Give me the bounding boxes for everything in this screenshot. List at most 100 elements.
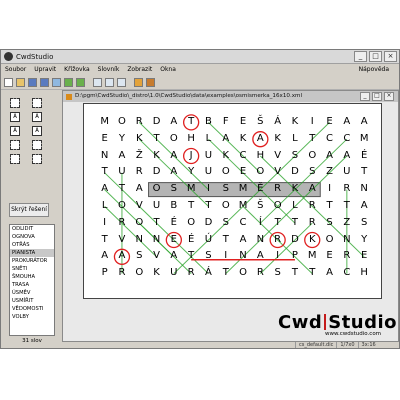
grid-letter[interactable]: U (113, 164, 131, 180)
grid-letter[interactable]: D (148, 114, 166, 130)
grid-letter[interactable]: K (148, 265, 166, 281)
grid-letter[interactable]: S (199, 248, 217, 264)
grid-letter[interactable]: E (321, 248, 339, 264)
close-icon[interactable]: × (384, 51, 397, 62)
menu-napoveda[interactable]: Nápověda (359, 66, 389, 73)
menu-soubor[interactable]: Soubor (5, 66, 26, 73)
grid-letter[interactable]: Í (251, 215, 269, 231)
grid-letter[interactable]: T (199, 198, 217, 214)
grid-letter[interactable]: A (251, 131, 269, 147)
menu-zobrazit[interactable]: Zobrazit (127, 66, 152, 73)
menu-okna[interactable]: Okna (160, 66, 176, 73)
export-icon[interactable] (52, 77, 61, 87)
grid-letter[interactable]: R (269, 181, 287, 197)
grid-letter[interactable]: K (303, 232, 321, 248)
grid-letter[interactable]: A (321, 148, 339, 164)
grid-letter[interactable]: É (182, 232, 200, 248)
grid-letter[interactable]: P (286, 248, 304, 264)
grid-letter[interactable]: Á (269, 114, 287, 130)
word-list-item[interactable]: PIANISTA (10, 249, 54, 257)
grid-letter[interactable]: R (303, 215, 321, 231)
grid-letter[interactable]: A (165, 164, 183, 180)
grid-letter[interactable]: O (251, 164, 269, 180)
zoom-fit-icon[interactable] (105, 77, 114, 87)
grid-letter[interactable]: C (338, 131, 356, 147)
grid-letter[interactable]: S (355, 215, 373, 231)
grid-letter[interactable]: S (217, 215, 235, 231)
grid-letter[interactable]: D (199, 215, 217, 231)
grid-letter[interactable]: I (303, 114, 321, 130)
grid-letter[interactable]: M (303, 248, 321, 264)
grid-letter[interactable]: R (269, 232, 287, 248)
grid-letter[interactable]: S (130, 248, 148, 264)
word-list-item[interactable]: OTŘÁS (10, 241, 54, 249)
grid-letter[interactable]: Ě (251, 181, 269, 197)
grid-letter[interactable]: J (182, 148, 200, 164)
grid-letter[interactable]: A (96, 248, 114, 264)
grid-letter[interactable]: Á (199, 265, 217, 281)
word-alt-icon[interactable]: A (32, 126, 42, 136)
grid-letter[interactable]: T (286, 265, 304, 281)
word-list-item[interactable]: ÚSMĚV (10, 289, 54, 297)
grid-letter[interactable]: V (269, 148, 287, 164)
grid-letter[interactable]: E (234, 164, 252, 180)
frame-icon[interactable] (10, 140, 20, 150)
doc-maximize-icon[interactable]: □ (372, 92, 382, 101)
grid-letter[interactable]: I (199, 181, 217, 197)
grid-letter[interactable]: Y (113, 131, 131, 147)
open-icon[interactable] (16, 77, 25, 87)
grid-letter[interactable]: A (355, 114, 373, 130)
grid-letter[interactable]: K (269, 131, 287, 147)
grid-letter[interactable]: T (269, 215, 287, 231)
grid-letter[interactable]: Y (182, 164, 200, 180)
grid-letter[interactable]: T (217, 265, 235, 281)
grid-letter[interactable]: O (165, 131, 183, 147)
word-list-item[interactable]: SNĚTI (10, 265, 54, 273)
grid-letter[interactable]: R (338, 248, 356, 264)
grid-letter[interactable]: T (355, 164, 373, 180)
grid-letter[interactable]: L (199, 131, 217, 147)
word-list-item[interactable]: VĚDOMOSTI (10, 305, 54, 313)
grid-letter[interactable]: T (96, 164, 114, 180)
grid-letter[interactable]: N (96, 148, 114, 164)
frame-alt-icon[interactable] (32, 140, 42, 150)
word-list[interactable]: ODLIDIT OGNOVA OTŘÁS PIANISTA PROKURÁTOR SNĚT… (9, 224, 55, 336)
grid-letter[interactable]: S (321, 215, 339, 231)
grid-letter[interactable]: A (165, 114, 183, 130)
zoom-in-icon[interactable] (93, 77, 102, 87)
word-list-item[interactable]: VOLBY (10, 313, 54, 321)
letter-icon[interactable]: A (10, 112, 20, 122)
select-all-icon[interactable] (32, 98, 42, 108)
grid-letter[interactable]: N (355, 181, 373, 197)
word-list-item[interactable]: ODLIDIT (10, 225, 54, 233)
grid-letter[interactable]: A (321, 265, 339, 281)
grid-letter[interactable]: N (234, 248, 252, 264)
doc-close-icon[interactable]: × (384, 92, 394, 101)
grid-letter[interactable]: A (251, 248, 269, 264)
grid-letter[interactable]: M (234, 181, 252, 197)
grid-letter[interactable]: V (148, 248, 166, 264)
word-icon[interactable]: A (10, 126, 20, 136)
grid-letter[interactable]: R (251, 265, 269, 281)
grid-letter[interactable]: T (148, 131, 166, 147)
grid-letter[interactable]: R (182, 265, 200, 281)
grid-letter[interactable]: O (182, 215, 200, 231)
grid-letter[interactable]: K (148, 148, 166, 164)
menu-upravit[interactable]: Upravit (34, 66, 56, 73)
settings-icon[interactable] (146, 77, 155, 87)
grid-letter[interactable]: S (303, 164, 321, 180)
grid-letter[interactable]: C (338, 265, 356, 281)
letter-alt-icon[interactable]: A (32, 112, 42, 122)
edit-icon[interactable] (134, 77, 143, 87)
refresh-icon[interactable] (76, 77, 85, 87)
grid-letter[interactable]: O (130, 265, 148, 281)
grid-letter[interactable]: T (148, 215, 166, 231)
grid-letter[interactable]: A (217, 131, 235, 147)
grid-letter[interactable]: R (113, 215, 131, 231)
grid-letter[interactable]: O (217, 164, 235, 180)
grid-letter[interactable]: A (130, 181, 148, 197)
grid-letter[interactable]: A (113, 248, 131, 264)
menu-slovnik[interactable]: Slovník (98, 66, 120, 73)
grid-letter[interactable]: T (338, 198, 356, 214)
grid-letter[interactable]: F (217, 114, 235, 130)
